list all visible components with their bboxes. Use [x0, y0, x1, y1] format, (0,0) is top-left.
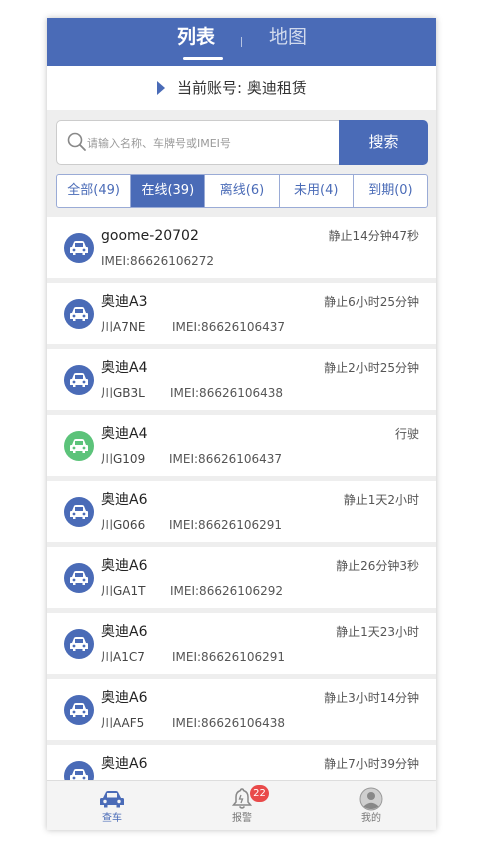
alarm-count-badge: 22: [250, 785, 269, 802]
nav-find-car[interactable]: 查车: [47, 781, 177, 830]
status-filter-tabs: 全部(49) 在线(39) 离线(6) 未用(4) 到期(0): [56, 174, 428, 208]
car-icon: [64, 233, 94, 263]
car-icon: [64, 431, 94, 461]
vehicle-name: 奥迪A6: [101, 690, 148, 706]
vehicle-status: 静止3小时14分钟: [324, 691, 419, 705]
vehicle-name: 奥迪A6: [101, 558, 148, 574]
vehicle-name: 奥迪A6: [101, 492, 148, 508]
vehicle-item[interactable]: 奥迪A3 静止6小时25分钟 川A7NE IMEI:86626106437: [47, 283, 436, 344]
nav-label: 我的: [361, 813, 381, 824]
vehicle-item[interactable]: 奥迪A4 行驶 川G109 IMEI:86626106437: [47, 415, 436, 476]
user-icon: [359, 787, 383, 811]
car-icon: [64, 365, 94, 395]
header-bar: 列表 地图: [47, 18, 436, 66]
vehicle-imei: IMEI:86626106292: [170, 584, 284, 598]
account-bar[interactable]: 当前账号: 奥迪租赁: [47, 66, 436, 110]
vehicle-status: 静止1天2小时: [343, 493, 419, 507]
vehicle-imei: IMEI:86626106272: [101, 254, 215, 268]
vehicle-item[interactable]: 奥迪A6 静止3小时14分钟 川AAF5 IMEI:86626106438: [47, 679, 436, 740]
car-icon: [64, 563, 94, 593]
filter-online[interactable]: 在线(39): [131, 175, 206, 207]
vehicle-name: 奥迪A4: [101, 426, 148, 442]
vehicle-name: goome-20702: [101, 228, 199, 244]
vehicle-name: 奥迪A6: [101, 624, 148, 640]
vehicle-status: 静止14分钟47秒: [328, 229, 419, 243]
nav-label: 报警: [232, 813, 252, 824]
vehicle-item[interactable]: 奥迪A6 静止26分钟3秒 川GA1T IMEI:86626106292: [47, 547, 436, 608]
car-icon: [64, 497, 94, 527]
vehicle-status: 静止2小时25分钟: [324, 361, 419, 375]
filter-offline[interactable]: 离线(6): [205, 175, 280, 207]
vehicle-name: 奥迪A3: [101, 294, 148, 310]
vehicle-status: 静止1天23小时: [336, 625, 419, 639]
vehicle-status: 静止26分钟3秒: [336, 559, 419, 573]
vehicle-imei: IMEI:86626106291: [172, 650, 286, 664]
search-icon: [67, 132, 86, 151]
search-input[interactable]: [87, 133, 337, 153]
vehicle-plate: 川AAF5: [101, 716, 145, 730]
nav-label: 查车: [102, 813, 122, 824]
search-row: 搜索: [47, 110, 436, 170]
bottom-nav: 查车 报警 22 我的: [47, 780, 436, 830]
vehicle-name: 奥迪A6: [101, 756, 148, 772]
current-account-label: 当前账号: 奥迪租赁: [177, 79, 307, 97]
filter-unused[interactable]: 未用(4): [280, 175, 354, 207]
vehicle-imei: IMEI:86626106437: [169, 452, 283, 466]
vehicle-imei: IMEI:86626106438: [170, 386, 284, 400]
nav-mine[interactable]: 我的: [306, 781, 436, 830]
vehicle-plate: 川A1C7: [101, 650, 145, 664]
car-icon: [64, 761, 94, 780]
vehicle-plate: 川G066: [101, 518, 146, 532]
vehicle-plate: 川A7NE: [101, 320, 146, 334]
vehicle-status: 行驶: [394, 427, 419, 441]
filter-all[interactable]: 全部(49): [57, 175, 132, 207]
vehicle-imei: IMEI:86626106438: [172, 716, 286, 730]
vehicle-plate: 川GB3L: [101, 386, 145, 400]
tab-list[interactable]: 列表: [177, 24, 215, 50]
filter-expired[interactable]: 到期(0): [354, 175, 427, 207]
vehicle-item[interactable]: 奥迪A6 静止1天2小时 川G066 IMEI:86626106291: [47, 481, 436, 542]
vehicle-item[interactable]: 奥迪A4 静止2小时25分钟 川GB3L IMEI:86626106438: [47, 349, 436, 410]
car-icon: [100, 791, 124, 808]
car-icon: [64, 629, 94, 659]
tab-map[interactable]: 地图: [269, 24, 307, 50]
nav-alarm[interactable]: 报警: [177, 781, 307, 830]
car-icon: [64, 299, 94, 329]
search-box[interactable]: [56, 120, 340, 165]
vehicle-list: goome-20702 静止14分钟47秒 IMEI:86626106272 奥…: [47, 217, 436, 780]
triangle-right-icon: [157, 81, 165, 95]
vehicle-item[interactable]: goome-20702 静止14分钟47秒 IMEI:86626106272: [47, 217, 436, 278]
vehicle-plate: 川G109: [101, 452, 146, 466]
vehicle-item[interactable]: 奥迪A6 静止1天23小时 川A1C7 IMEI:86626106291: [47, 613, 436, 674]
vehicle-imei: IMEI:86626106437: [172, 320, 286, 334]
vehicle-status: 静止6小时25分钟: [324, 295, 419, 309]
vehicle-item[interactable]: 奥迪A6 静止7小时39分钟: [47, 745, 436, 780]
vehicle-plate: 川GA1T: [101, 584, 146, 598]
vehicle-name: 奥迪A4: [101, 360, 148, 376]
vehicle-status: 静止7小时39分钟: [324, 757, 419, 771]
app-screen: 列表 地图 当前账号: 奥迪租赁 搜索 全部(49) 在线(39) 离线(6) …: [47, 18, 436, 830]
tab-divider: [241, 37, 242, 47]
search-button[interactable]: 搜索: [339, 120, 428, 165]
car-icon: [64, 695, 94, 725]
vehicle-imei: IMEI:86626106291: [169, 518, 283, 532]
active-tab-indicator: [183, 57, 223, 60]
